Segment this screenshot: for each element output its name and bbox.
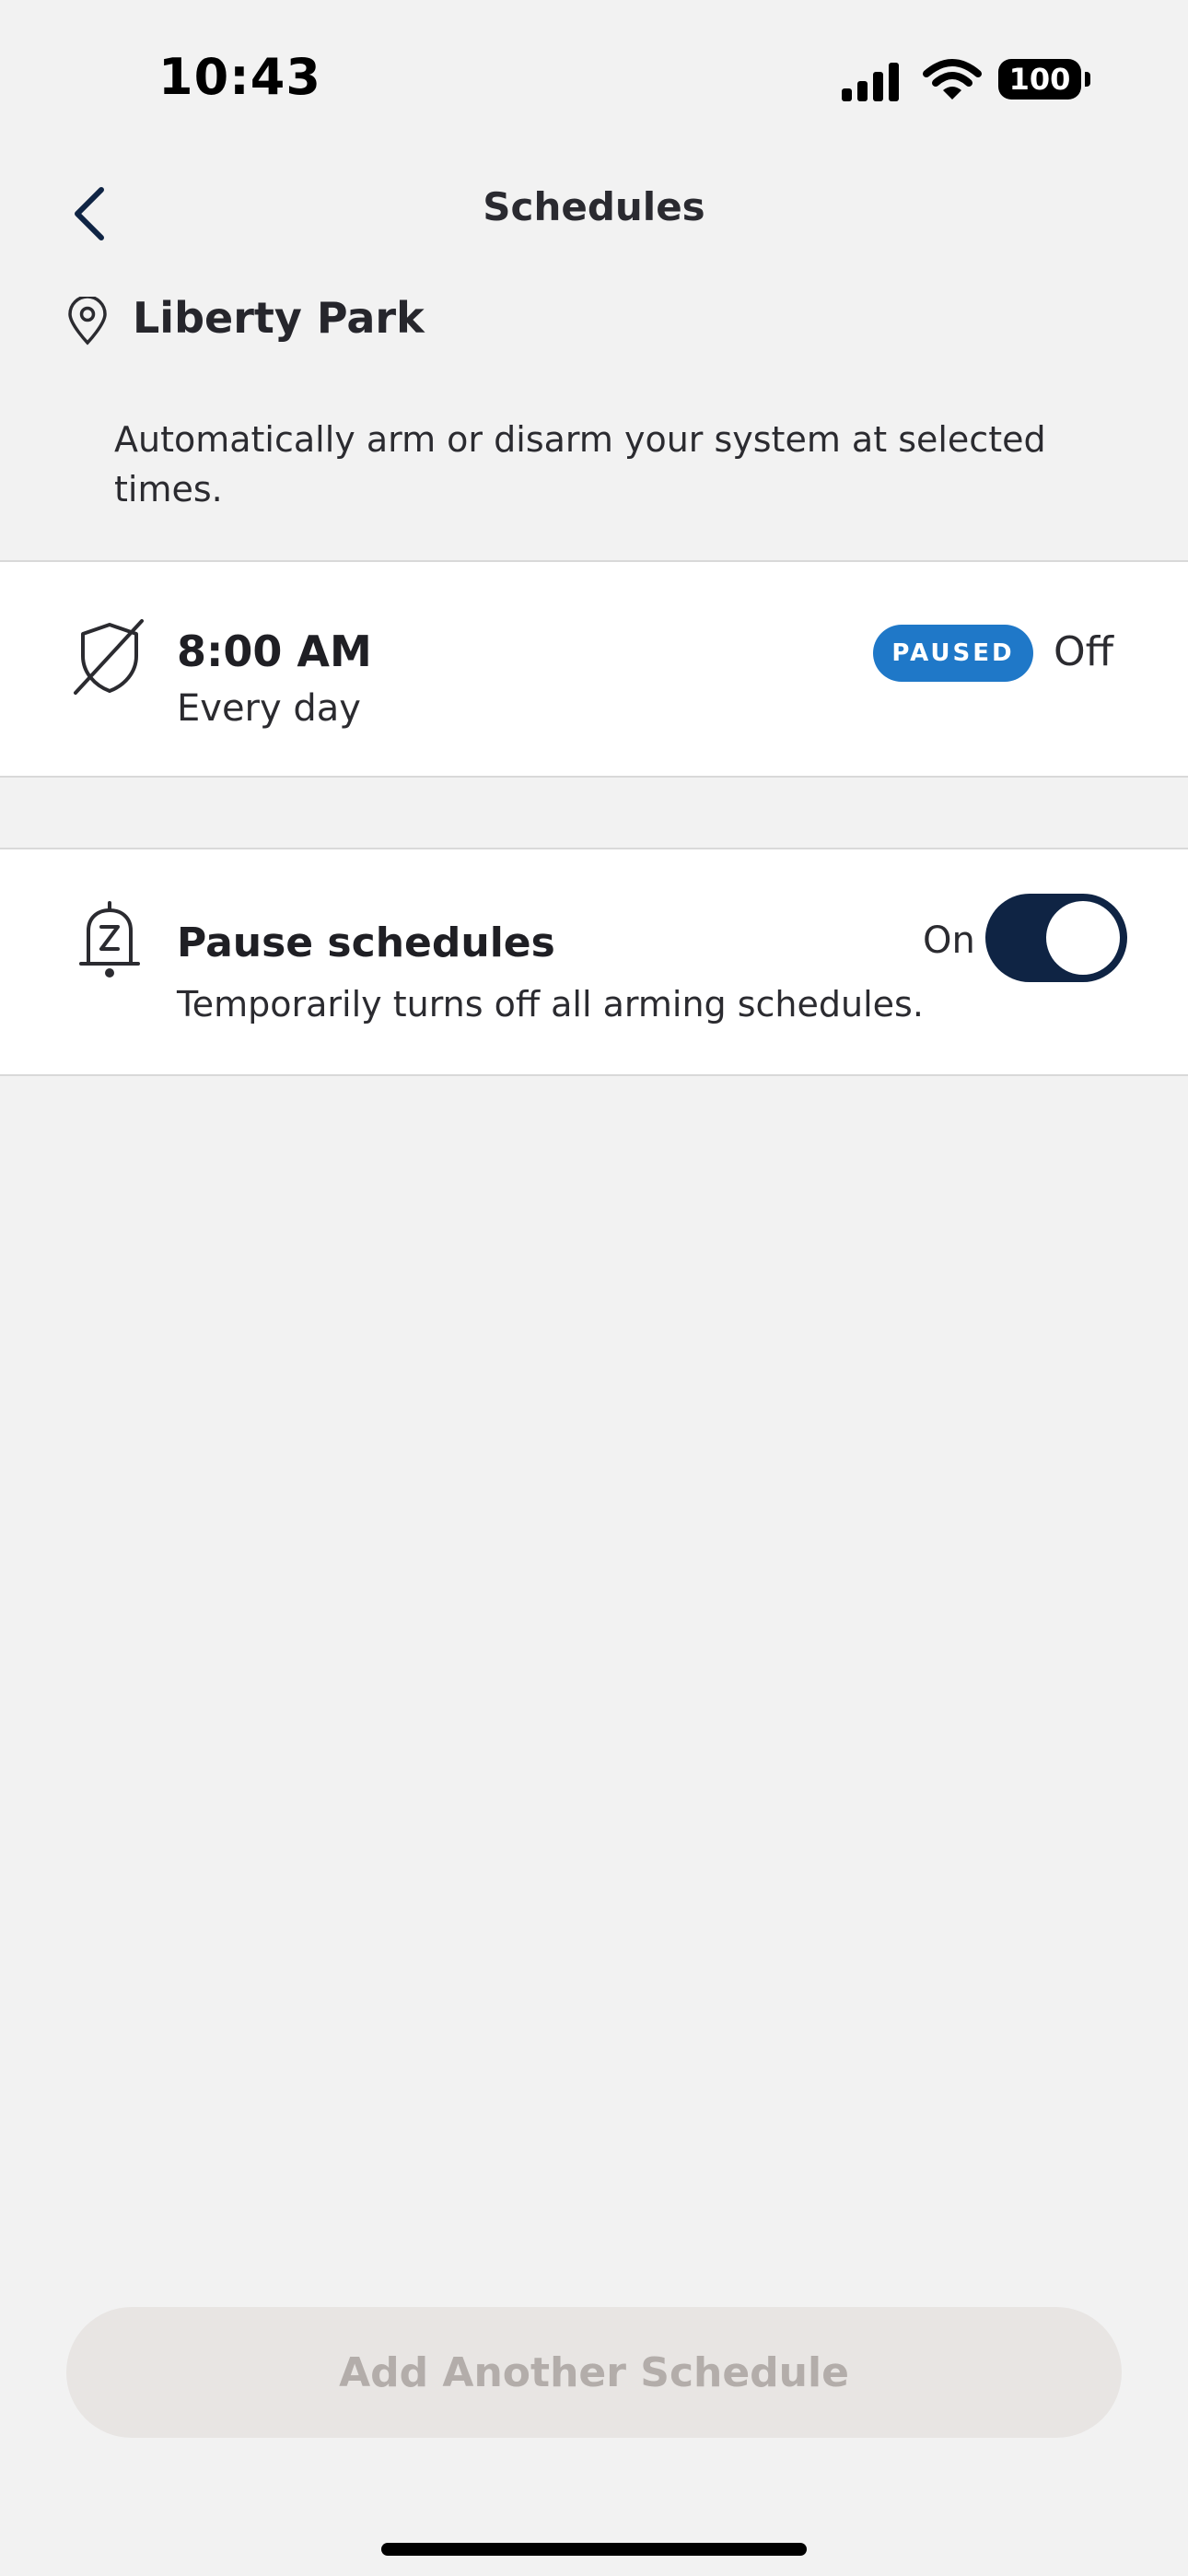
schedule-row[interactable]: 8:00 AM Every day PAUSED Off: [0, 560, 1188, 778]
pause-schedules-title: Pause schedules: [177, 919, 555, 966]
bell-snooze-icon: [79, 901, 140, 978]
status-icons: 100: [840, 55, 1090, 107]
location-pin-icon: [68, 297, 107, 345]
battery-icon: 100: [998, 59, 1081, 100]
shield-off-icon: [74, 619, 144, 695]
pause-schedules-toggle[interactable]: [985, 894, 1127, 982]
location-row: Liberty Park: [64, 286, 1124, 359]
schedule-time: 8:00 AM: [177, 626, 372, 676]
status-time: 10:43: [158, 48, 321, 106]
pause-schedules-subtitle: Temporarily turns off all arming schedul…: [177, 984, 924, 1025]
nav-bar: Schedules: [0, 157, 1188, 267]
wifi-icon: [923, 59, 982, 100]
toggle-label: On: [923, 919, 975, 962]
status-badge: PAUSED: [873, 625, 1033, 682]
page-title: Schedules: [483, 184, 705, 229]
schedule-state: Off: [1054, 628, 1113, 675]
toggle-knob: [1046, 901, 1120, 975]
pause-schedules-row: Pause schedules Temporarily turns off al…: [0, 848, 1188, 1076]
signal-icon: [842, 63, 899, 101]
home-indicator[interactable]: [381, 2543, 807, 2556]
battery-tip: [1085, 72, 1090, 87]
schedule-repeat: Every day: [177, 687, 361, 730]
description-text: Automatically arm or disarm your system …: [114, 419, 1046, 509]
add-another-schedule-button[interactable]: Add Another Schedule: [66, 2307, 1122, 2438]
location-name: Liberty Park: [133, 293, 425, 343]
status-bar: 10:43 100: [0, 0, 1188, 157]
